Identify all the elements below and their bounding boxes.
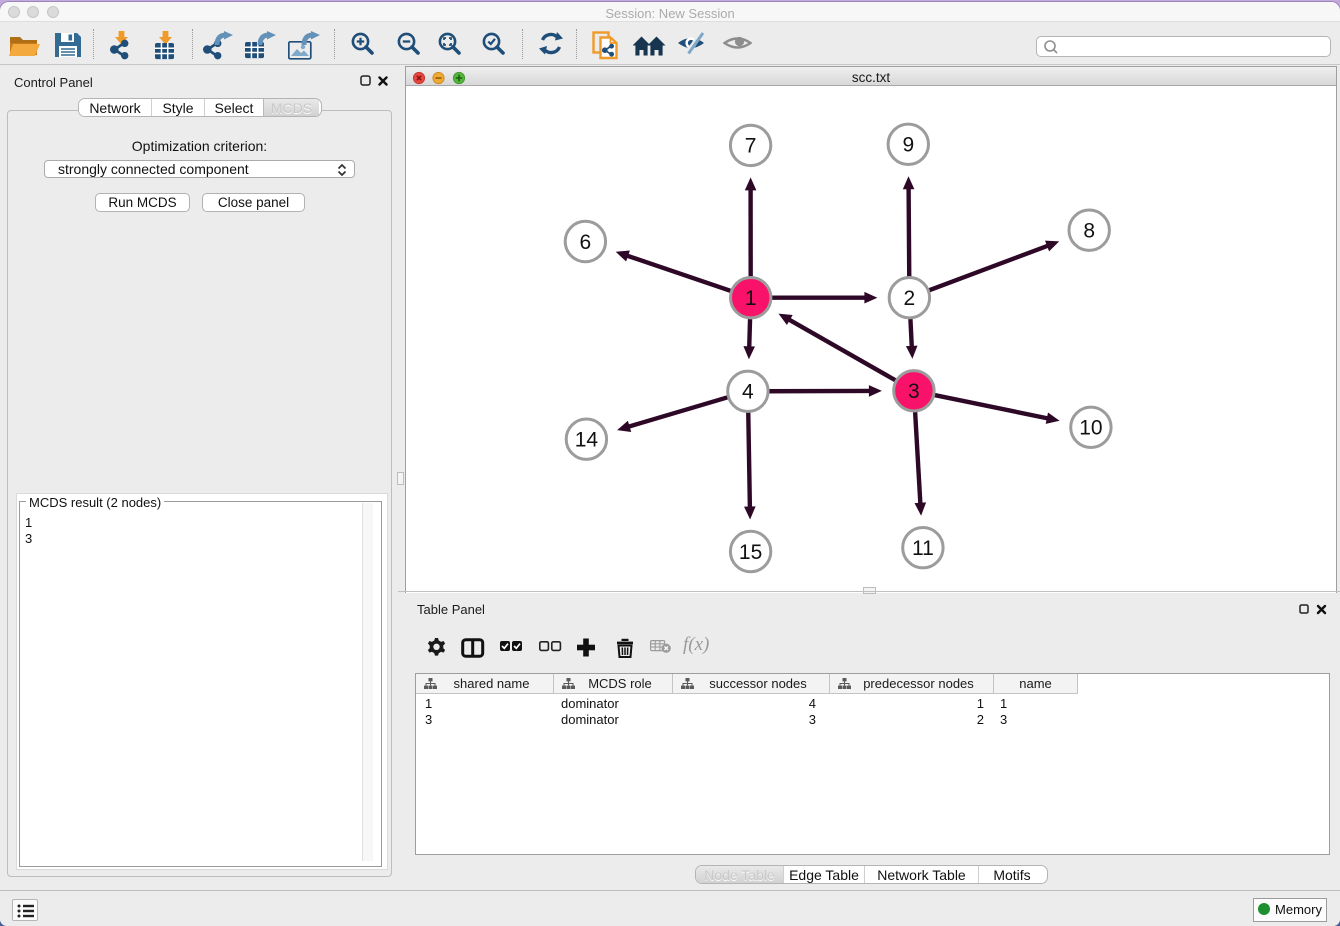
svg-text:8: 8	[1083, 220, 1095, 243]
svg-text:14: 14	[575, 429, 599, 452]
svg-text:9: 9	[902, 134, 914, 157]
svg-text:4: 4	[742, 381, 754, 404]
svg-text:3: 3	[908, 380, 920, 403]
svg-text:10: 10	[1079, 417, 1102, 440]
svg-text:7: 7	[745, 135, 757, 158]
svg-text:2: 2	[904, 287, 916, 310]
svg-text:6: 6	[580, 231, 592, 254]
svg-text:11: 11	[912, 537, 934, 560]
svg-text:15: 15	[739, 541, 762, 564]
svg-text:1: 1	[745, 287, 757, 310]
